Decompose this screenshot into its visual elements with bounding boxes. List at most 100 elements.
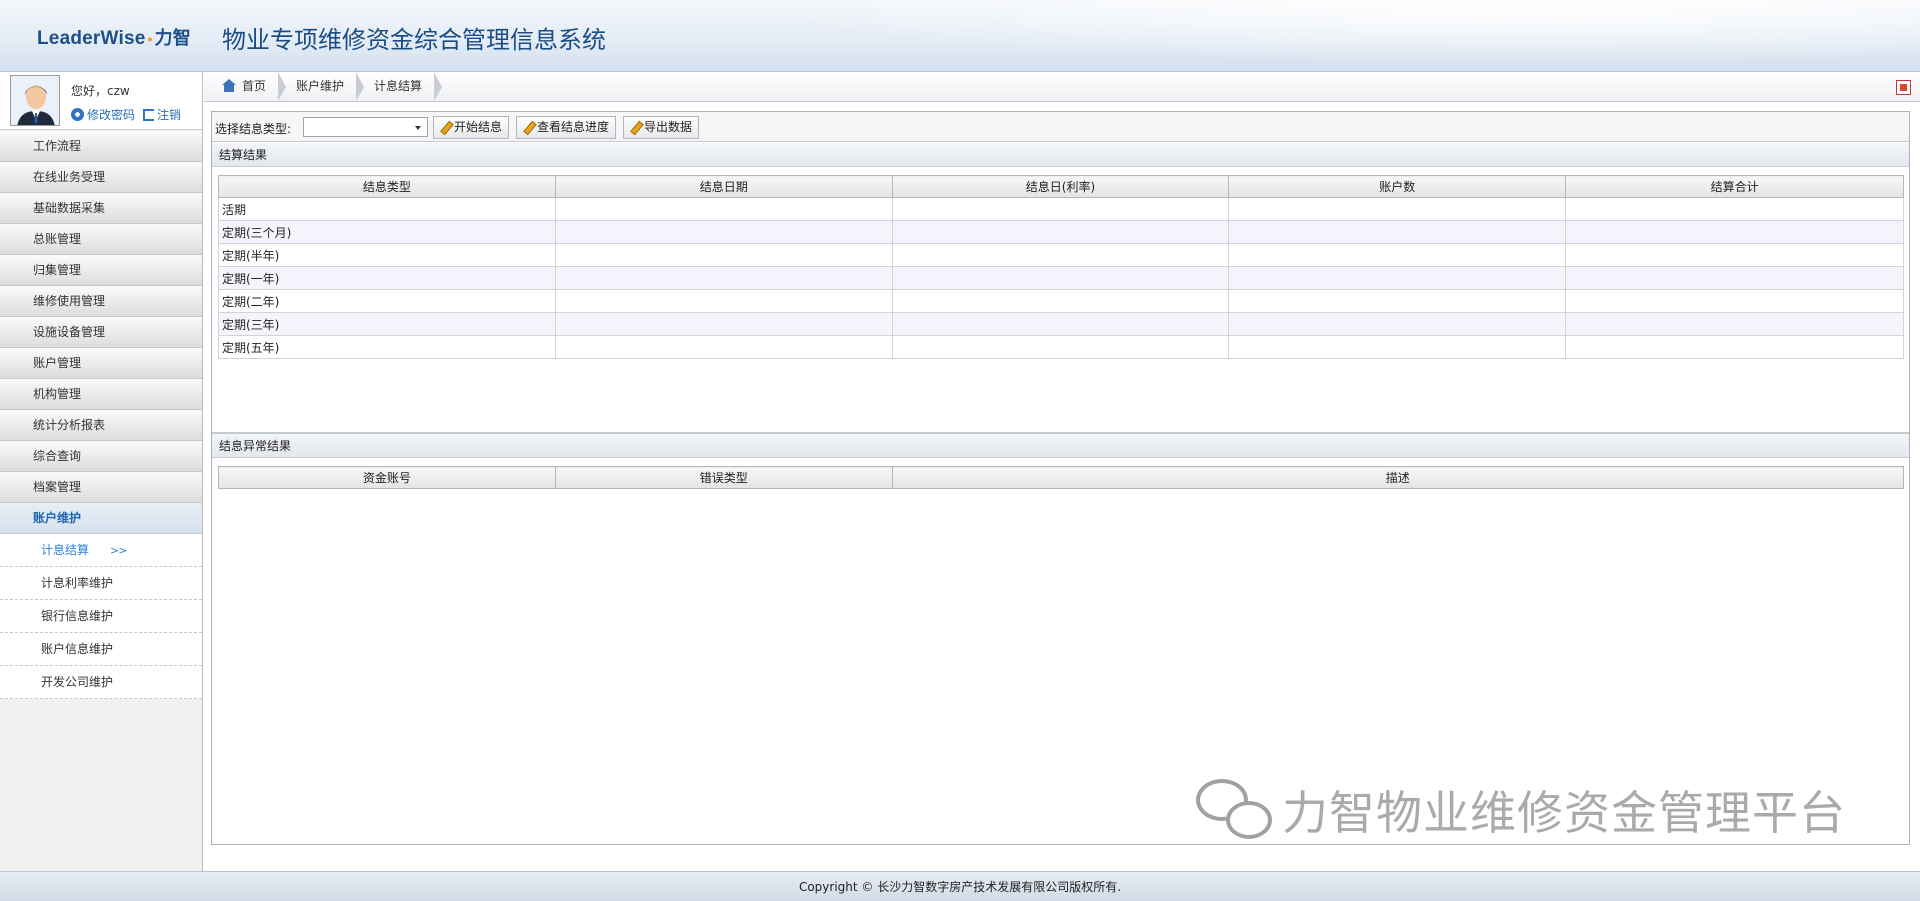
export-data-button[interactable]: 导出数据	[623, 116, 700, 139]
table-cell	[1228, 335, 1567, 359]
watermark: 力智物业维修资金管理平台	[1196, 777, 1846, 843]
exit-icon[interactable]	[1896, 80, 1911, 95]
table-cell	[554, 243, 893, 267]
breadcrumb: 首页 账户维护 计息结算	[204, 72, 1920, 102]
table-row[interactable]: 定期(五年)	[218, 335, 1904, 359]
logo-dot: •	[147, 31, 153, 47]
pencil-icon	[630, 122, 641, 133]
sidebar-item-repair-usage[interactable]: 维修使用管理	[0, 286, 202, 317]
start-interest-label: 开始结息	[454, 120, 503, 134]
sidebar-item-query[interactable]: 综合查询	[0, 441, 202, 472]
subitem-account-info-maintenance[interactable]: 账户信息维护	[0, 633, 202, 666]
sidebar-submenu: 计息结算 >> 计息利率维护 银行信息维护 账户信息维护 开发公司维护	[0, 534, 202, 699]
column-header[interactable]: 资金账号	[218, 466, 556, 489]
sidebar-item-account-maintenance[interactable]: 账户维护	[0, 503, 202, 534]
table-cell: 定期(一年)	[218, 266, 556, 290]
change-password-link[interactable]: 修改密码	[71, 106, 135, 123]
sidebar-item-ledger[interactable]: 总账管理	[0, 224, 202, 255]
sidebar-item-online-business[interactable]: 在线业务受理	[0, 162, 202, 193]
table-cell	[891, 335, 1230, 359]
column-header[interactable]: 账户数	[1228, 175, 1567, 198]
column-header[interactable]: 结息日(利率)	[891, 175, 1230, 198]
watermark-text: 力智物业维修资金管理平台	[1282, 786, 1846, 840]
sidebar-item-workflow[interactable]: 工作流程	[0, 131, 202, 162]
result-header-row: 结息类型 结息日期 结息日(利率) 账户数 结算合计	[218, 175, 1904, 198]
breadcrumb-account-maintenance[interactable]: 账户维护	[278, 72, 365, 101]
table-cell: 定期(二年)	[218, 289, 556, 313]
subitem-interest-settlement[interactable]: 计息结算 >>	[0, 534, 202, 567]
view-progress-button[interactable]: 查看结息进度	[516, 116, 617, 139]
sidebar-item-organizations[interactable]: 机构管理	[0, 379, 202, 410]
subitem-developer-maintenance[interactable]: 开发公司维护	[0, 666, 202, 699]
column-header[interactable]: 错误类型	[554, 466, 893, 489]
user-avatar-icon	[11, 76, 59, 125]
logout-link[interactable]: 注销	[143, 106, 181, 123]
table-cell	[1565, 335, 1904, 359]
table-cell	[1228, 266, 1567, 290]
table-cell	[1565, 197, 1904, 221]
sidebar: 您好，czw 修改密码 注销 工作流程 在线业务受理 基础数据采集 总账管理 归…	[0, 72, 203, 871]
column-header[interactable]: 描述	[891, 466, 1905, 489]
table-cell	[891, 312, 1230, 336]
table-cell	[891, 289, 1230, 313]
pencil-icon	[523, 122, 534, 133]
pencil-icon	[440, 122, 451, 133]
sidebar-item-archives[interactable]: 档案管理	[0, 472, 202, 503]
table-cell	[891, 220, 1230, 244]
company-logo: LeaderWise • 力智	[37, 24, 191, 50]
sidebar-item-accounts[interactable]: 账户管理	[0, 348, 202, 379]
view-progress-label: 查看结息进度	[537, 120, 610, 134]
sidebar-item-collection[interactable]: 归集管理	[0, 255, 202, 286]
logo-cn: 力智	[154, 28, 192, 48]
sidebar-item-reports[interactable]: 统计分析报表	[0, 410, 202, 441]
change-password-label: 修改密码	[87, 108, 136, 122]
table-row[interactable]: 定期(二年)	[218, 289, 1904, 313]
table-cell	[554, 312, 893, 336]
table-cell: 定期(三年)	[218, 312, 556, 336]
toolbar: 选择结息类型: 开始结息 查看结息进度 导出数据	[212, 112, 1909, 142]
subitem-rate-maintenance[interactable]: 计息利率维护	[0, 567, 202, 600]
breadcrumb-home-label: 首页	[242, 79, 267, 93]
start-interest-button[interactable]: 开始结息	[433, 116, 510, 139]
sidebar-item-basic-data[interactable]: 基础数据采集	[0, 193, 202, 224]
table-cell: 定期(半年)	[218, 243, 556, 267]
footer: Copyright © 长沙力智数字房产技术发展有限公司版权所有.	[0, 871, 1920, 901]
table-cell	[1228, 312, 1567, 336]
column-header[interactable]: 结算合计	[1565, 175, 1904, 198]
column-header[interactable]: 结息类型	[218, 175, 556, 198]
table-cell	[554, 289, 893, 313]
error-table: 资金账号 错误类型 描述	[218, 466, 1905, 489]
table-row[interactable]: 定期(三个月)	[218, 220, 1904, 244]
subitem-bank-maintenance[interactable]: 银行信息维护	[0, 600, 202, 633]
table-row[interactable]: 活期	[218, 197, 1904, 221]
table-row[interactable]: 定期(一年)	[218, 266, 1904, 290]
main-content: 选择结息类型: 开始结息 查看结息进度 导出数据 结算结果 结息类型 结息日期 …	[211, 111, 1910, 845]
export-data-label: 导出数据	[644, 120, 693, 134]
logout-icon	[143, 108, 155, 121]
table-cell	[891, 243, 1230, 267]
user-panel: 您好，czw 修改密码 注销	[0, 72, 202, 130]
result-table: 结息类型 结息日期 结息日(利率) 账户数 结算合计 活期 定期(三个月) 定期…	[218, 175, 1904, 359]
logo-en: LeaderWise	[37, 28, 146, 49]
error-header-row: 资金账号 错误类型 描述	[218, 466, 1905, 489]
column-header[interactable]: 结息日期	[554, 175, 893, 198]
home-icon	[222, 79, 236, 92]
copyright-text: Copyright © 长沙力智数字房产技术发展有限公司版权所有.	[798, 880, 1122, 894]
table-cell	[1228, 220, 1567, 244]
sidebar-item-facilities[interactable]: 设施设备管理	[0, 317, 202, 348]
sidebar-menu: 工作流程 在线业务受理 基础数据采集 总账管理 归集管理 维修使用管理 设施设备…	[0, 131, 202, 699]
table-cell	[1228, 243, 1567, 267]
wechat-icon	[1196, 779, 1274, 841]
subitem-label: 计息结算	[41, 543, 90, 557]
table-cell: 活期	[218, 197, 556, 221]
table-row[interactable]: 定期(半年)	[218, 243, 1904, 267]
table-row[interactable]: 定期(三年)	[218, 312, 1904, 336]
table-cell	[891, 197, 1230, 221]
breadcrumb-home[interactable]: 首页	[204, 72, 287, 101]
table-cell	[554, 266, 893, 290]
header-decoration	[620, 0, 1920, 71]
table-cell	[1565, 289, 1904, 313]
interest-type-select[interactable]	[303, 117, 428, 137]
breadcrumb-interest-settlement: 计息结算	[356, 72, 443, 101]
result-section-title: 结算结果	[212, 143, 1909, 167]
